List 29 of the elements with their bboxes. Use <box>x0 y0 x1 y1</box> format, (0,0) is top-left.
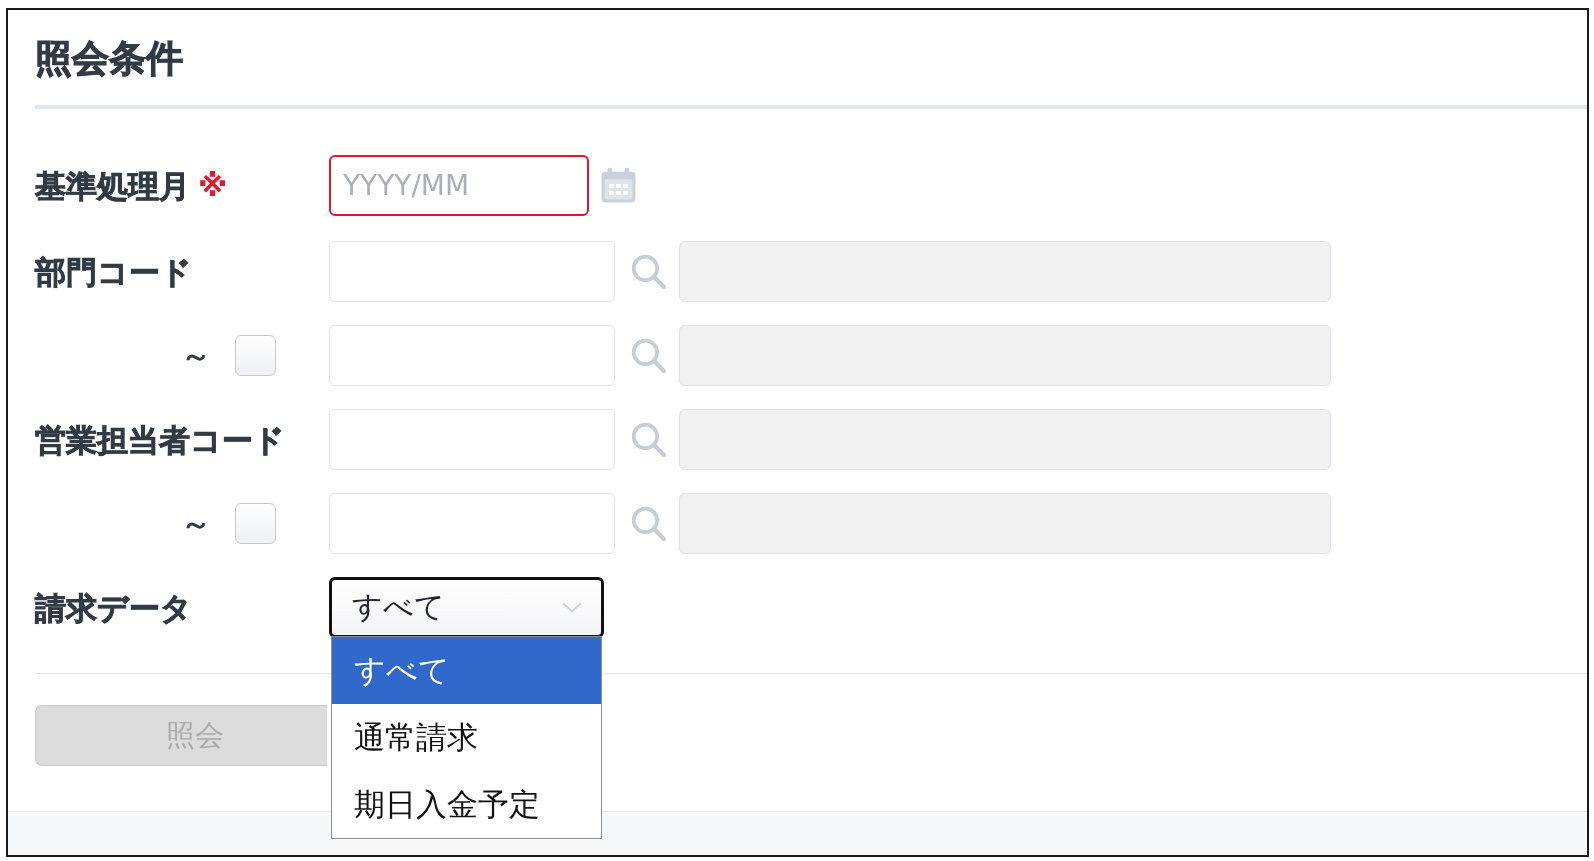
dropdown-option[interactable]: すべて <box>332 637 601 704</box>
required-mark: ※ <box>198 166 228 205</box>
field-label: 部門コード <box>35 252 192 292</box>
range-separator: ～ <box>181 504 211 543</box>
search-icon[interactable] <box>630 253 667 290</box>
dropdown-option[interactable]: 期日入金予定 <box>332 771 601 838</box>
name-display-field[interactable] <box>679 325 1331 386</box>
month-input-field[interactable]: YYYY/MM <box>329 155 589 216</box>
checkbox[interactable] <box>235 335 276 376</box>
search-icon[interactable] <box>630 505 667 542</box>
code-input-field[interactable] <box>329 325 615 386</box>
section-title: 照会条件 <box>35 37 183 81</box>
name-display-field[interactable] <box>679 241 1331 302</box>
field-label: 営業担当者コード <box>35 420 285 460</box>
search-icon[interactable] <box>630 337 667 374</box>
calendar-icon[interactable] <box>600 167 637 204</box>
code-input-field[interactable] <box>329 409 615 470</box>
search-icon[interactable] <box>630 421 667 458</box>
code-input-field[interactable] <box>329 241 615 302</box>
name-display-field[interactable] <box>679 409 1331 470</box>
range-separator: ～ <box>181 336 211 375</box>
dropdown-option[interactable]: 通常請求 <box>332 704 601 771</box>
field-label: 基準処理月 <box>35 166 190 206</box>
chevron-down-icon <box>561 602 583 614</box>
name-display-field[interactable] <box>679 493 1331 554</box>
code-input-field[interactable] <box>329 493 615 554</box>
checkbox[interactable] <box>235 503 276 544</box>
dropdown-select[interactable]: すべて <box>329 577 604 638</box>
field-label: 請求データ <box>35 588 192 628</box>
